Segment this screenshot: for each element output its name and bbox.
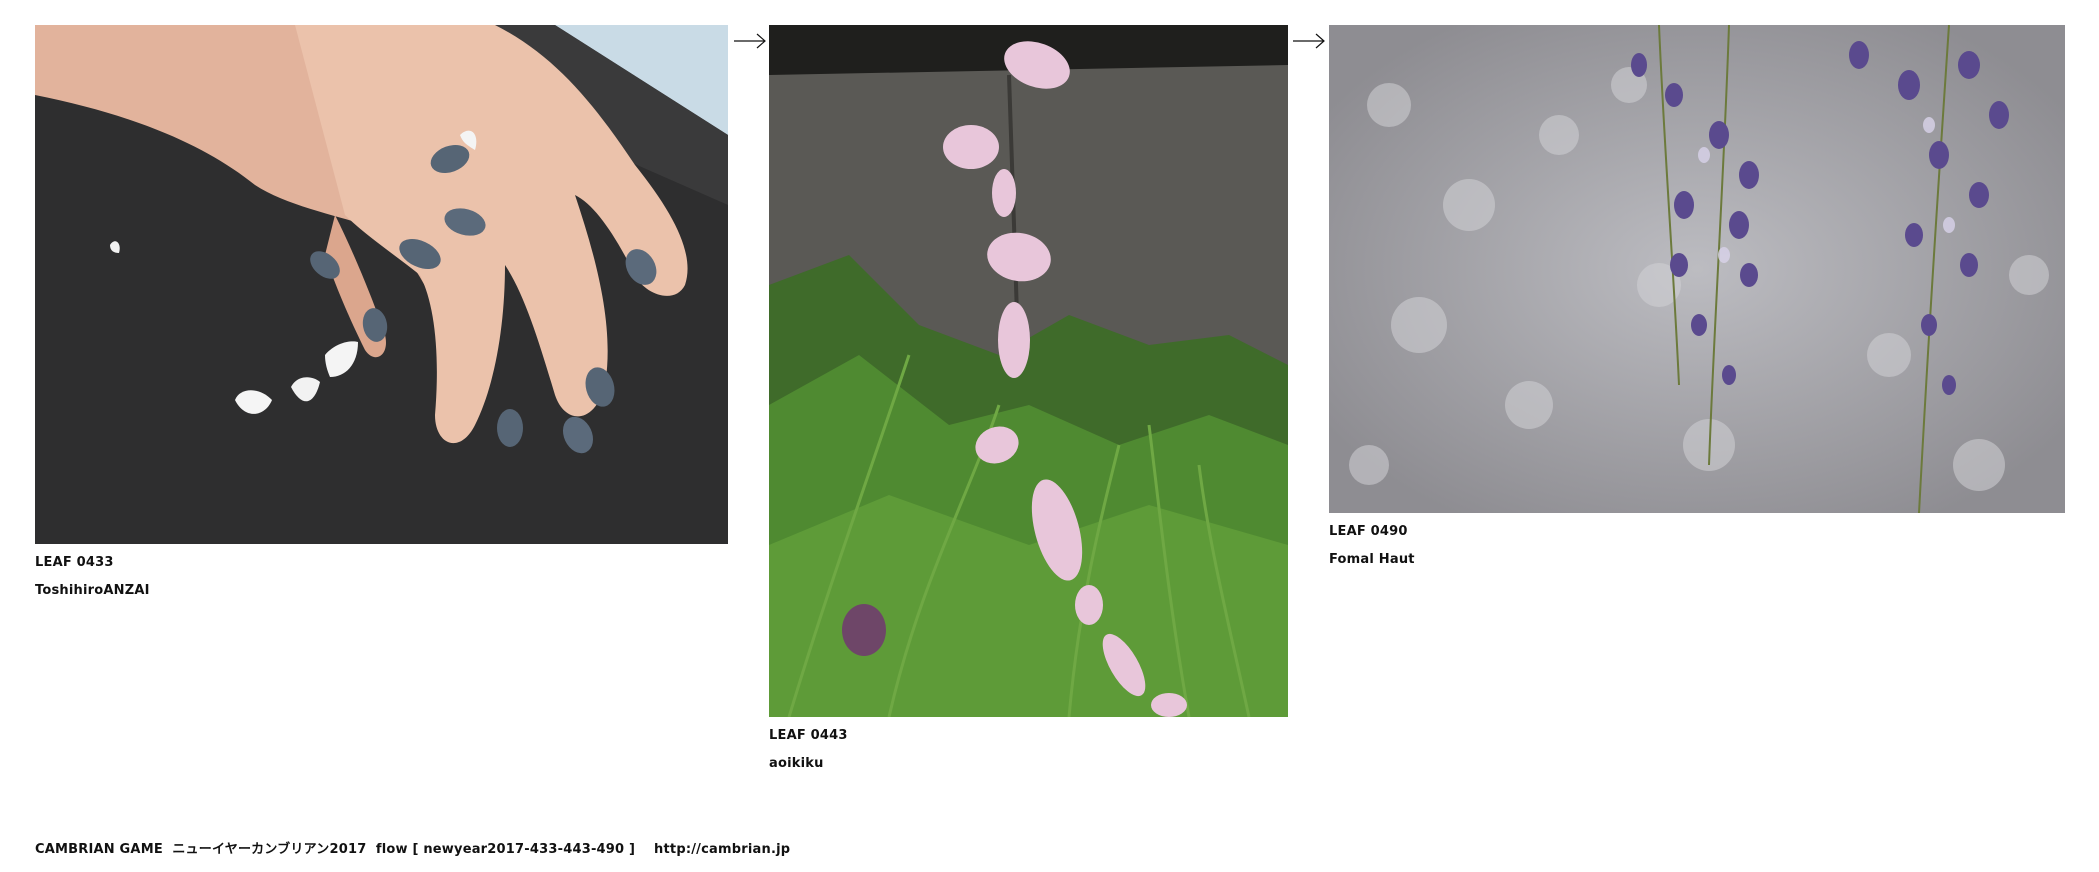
- leaf-id-label: LEAF 0443: [769, 728, 848, 743]
- falling-petals-image: [769, 25, 1288, 717]
- leaf-card: LEAF 0490 Fomal Haut: [1329, 25, 2065, 568]
- leaf-card: LEAF 0443 aoikiku: [769, 25, 1288, 772]
- leaf-photo-wisteria[interactable]: [1329, 25, 2065, 513]
- hands-nails-image: [35, 25, 728, 544]
- right-arrow-icon: [733, 32, 767, 50]
- right-arrow-icon: [1292, 32, 1326, 50]
- leaf-author-link[interactable]: ToshihiroANZAI: [35, 583, 728, 599]
- wisteria-image: [1329, 25, 2065, 513]
- footer-credit: CAMBRIAN GAME ニューイヤーカンブリアン2017 flow [ ne…: [35, 842, 791, 857]
- leaf-author-link[interactable]: Fomal Haut: [1329, 552, 2065, 568]
- leaf-id-label: LEAF 0433: [35, 555, 114, 570]
- leaf-id-label: LEAF 0490: [1329, 524, 1408, 539]
- leaf-card: LEAF 0433 ToshihiroANZAI: [35, 25, 728, 599]
- leaf-author-link[interactable]: aoikiku: [769, 756, 1288, 772]
- leaf-photo-hands[interactable]: [35, 25, 728, 544]
- leaf-photo-petals[interactable]: [769, 25, 1288, 717]
